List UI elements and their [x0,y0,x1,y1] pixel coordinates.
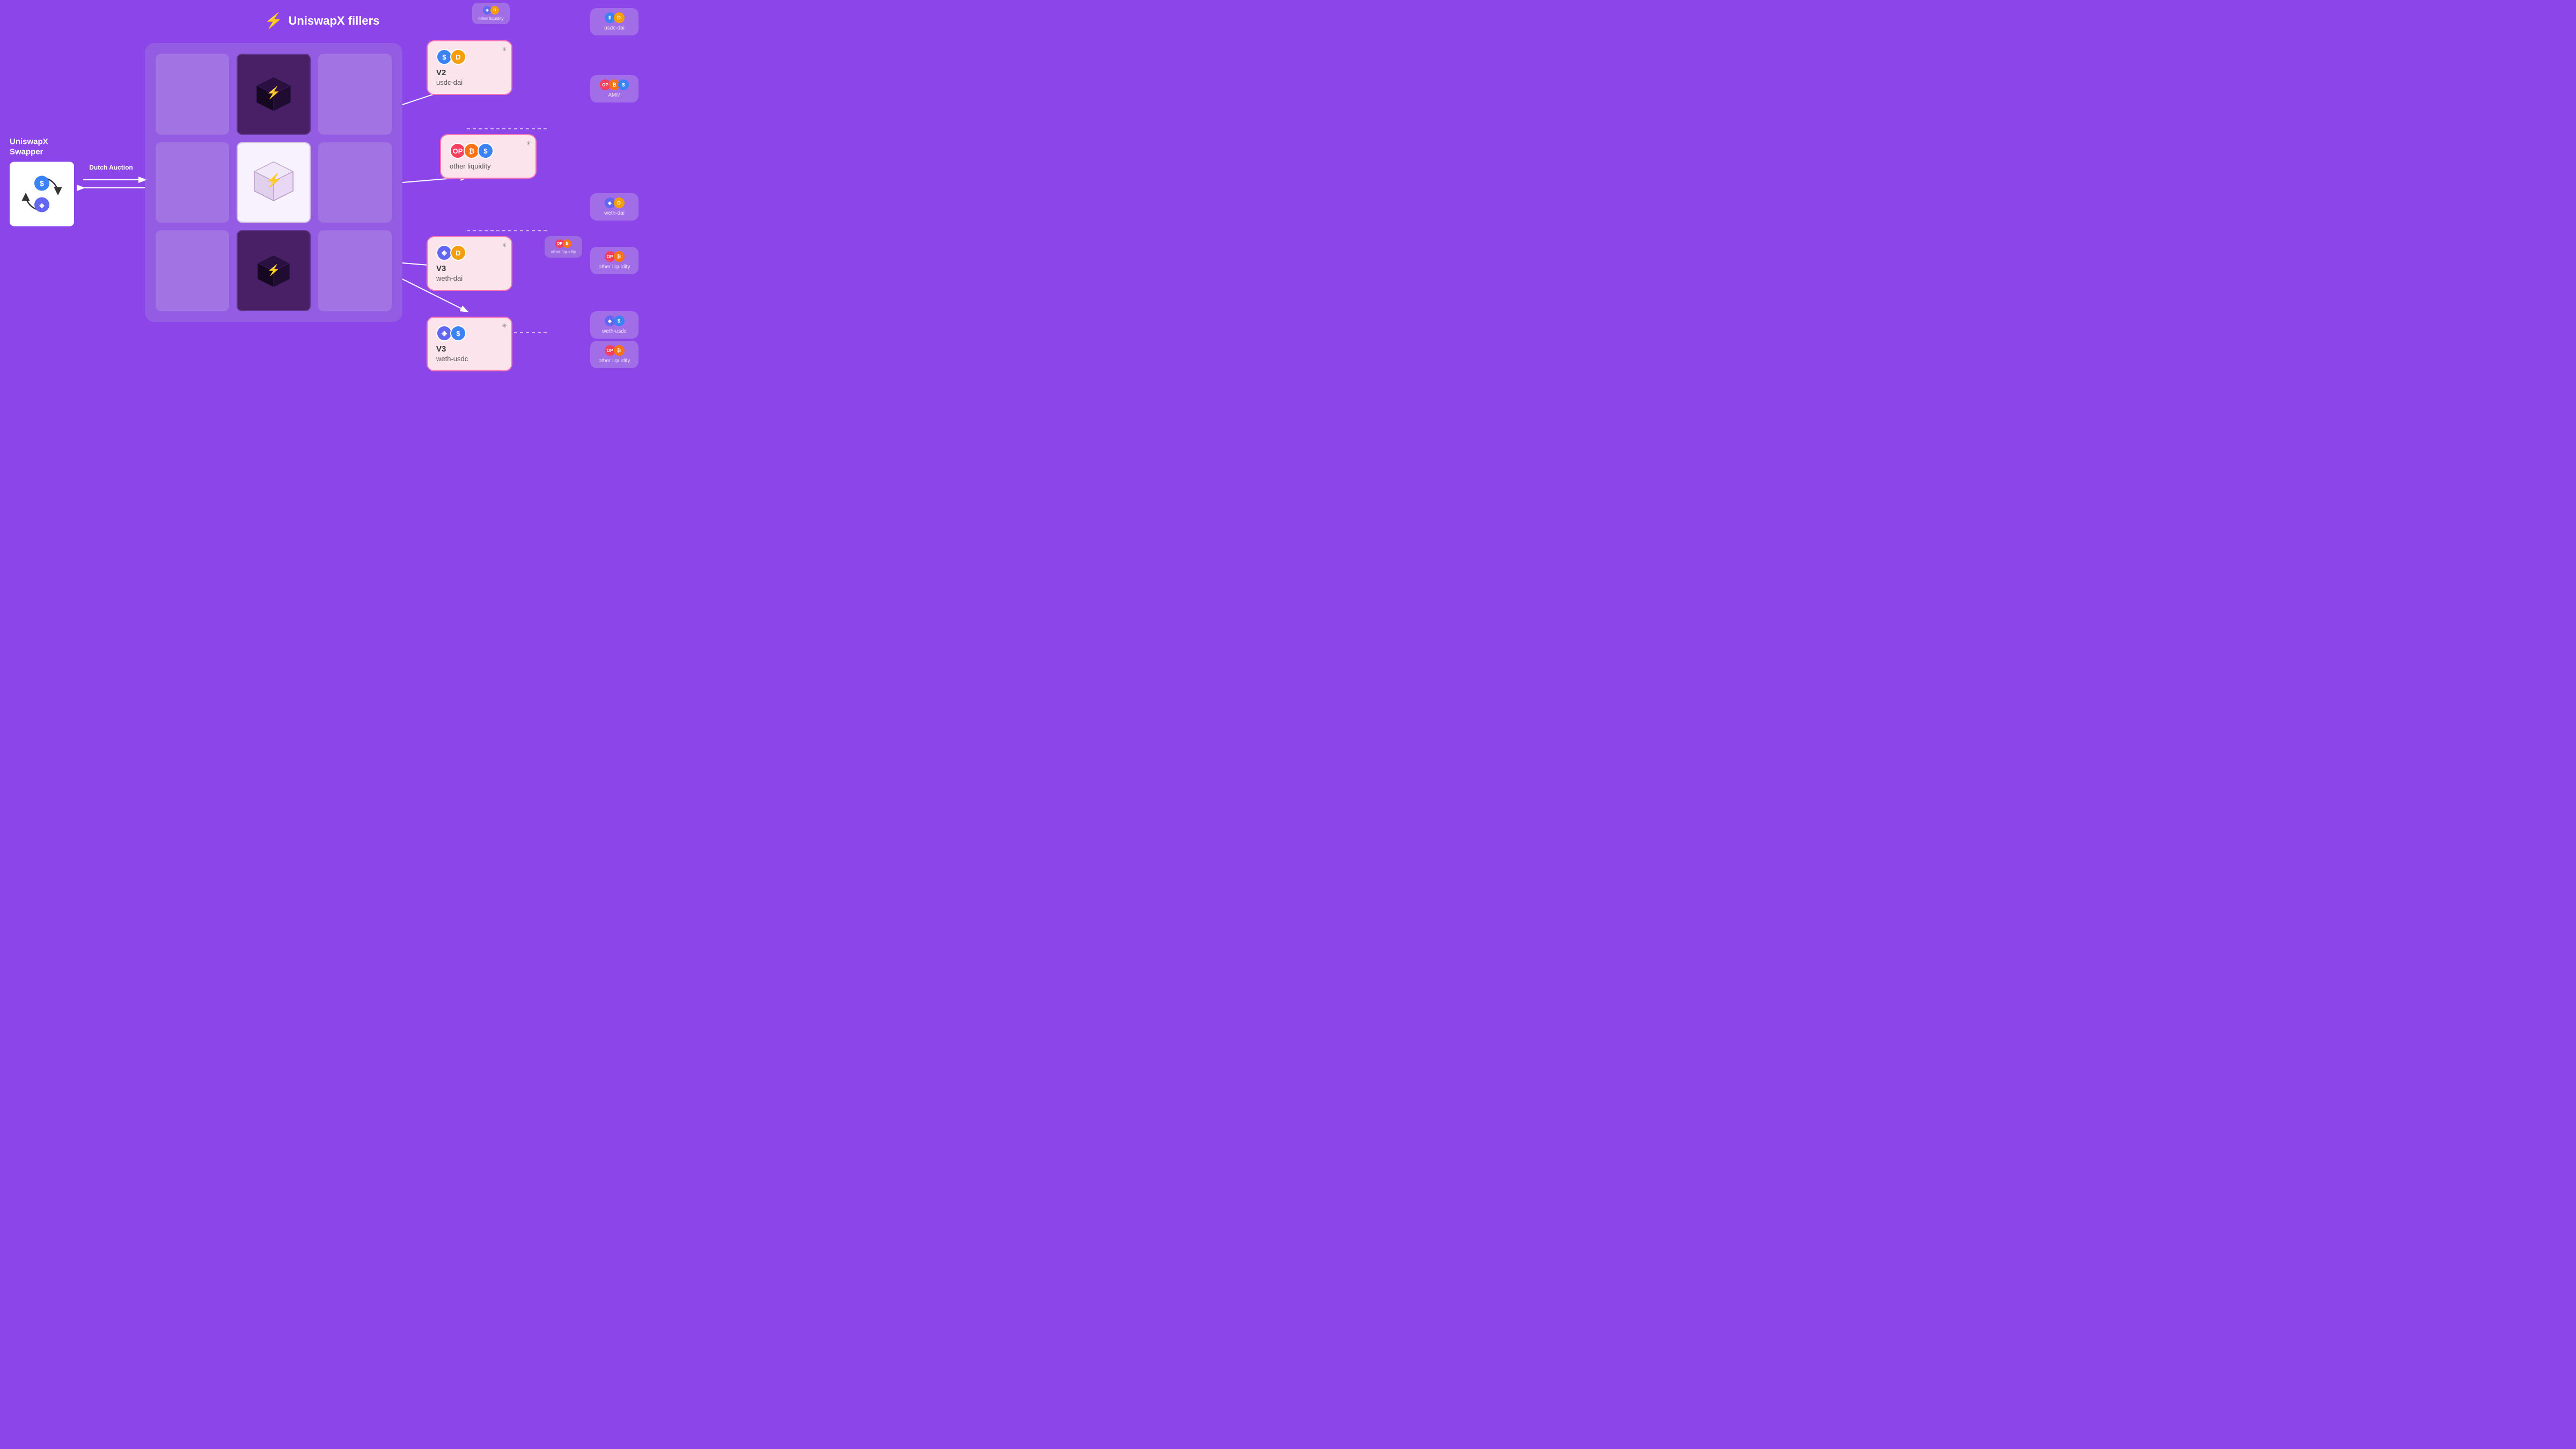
pool-v3-weth-usdc-sub: weth-usdc [436,355,503,363]
bg-card-usdc-dai: $ D usdc-dai [590,8,639,35]
pool-card-other-liquidity: ✳ OP ₿ $ other liquidity [440,134,537,179]
swapper-section: UniswapX Swapper $ ◈ [10,136,74,226]
filler-cell-2-3 [318,142,392,223]
pool-coins-4: ◈ $ [436,325,503,341]
corner-icon-3: ✳ [502,241,507,249]
pool-v3-weth-usdc-title: V3 [436,345,503,354]
pool-card-v3-weth-dai: ✳ ◈ D V3 weth-dai [427,236,512,291]
pool-card-v3-weth-usdc: ✳ ◈ $ V3 weth-usdc [427,317,512,371]
pool-v3-weth-dai-sub: weth-dai [436,274,503,282]
bg-card-amm: OP ₿ $ AMM [590,75,639,103]
pool-coins-3: ◈ D [436,245,503,261]
corner-icon-1: ✳ [502,46,507,53]
bg-label-other-liq-2: other liquidity [595,358,634,364]
pool-card-v2-usdc-dai: ✳ $ D V2 usdc-dai [427,40,512,95]
bg-label-mid-other-liq: other liquidity [548,250,579,254]
corner-icon-2: ✳ [526,140,531,147]
svg-text:$: $ [40,179,44,187]
bg-label-other-liq-1: other liquidity [595,264,634,270]
bg-card-weth-usdc: ◈ $ weth-usdc [590,311,639,339]
bg-card-other-liquidity-1: OP ₿ other liquidity [590,247,639,274]
filler-cell-1-1 [156,54,229,135]
pool-coins-2: OP ₿ $ [450,143,527,159]
filler-cell-1-2: ⚡ [237,54,310,135]
filler-cell-3-3 [318,230,392,311]
svg-text:◈: ◈ [39,201,45,209]
bg-label-top-other-liq: other liquidity [475,16,507,21]
bolt-icon-header: ⚡ [265,12,283,30]
fillers-grid: ⚡ ⚡ ⚡ [145,43,402,322]
filler-cell-1-3 [318,54,392,135]
pool-other-sub: other liquidity [450,162,527,170]
bg-card-top-other-liq: ◈ D other liquidity [472,3,510,24]
bg-label-weth-usdc: weth-usdc [595,328,634,334]
filler-cell-2-2: ⚡ [237,142,310,223]
filler-cell-3-1 [156,230,229,311]
pool-v3-weth-dai-title: V3 [436,264,503,273]
svg-text:⚡: ⚡ [266,172,282,188]
bg-card-other-liquidity-2: OP ₿ other liquidity [590,341,639,368]
bg-label-weth-dai: weth-dai [595,210,634,216]
filler-cell-3-2: ⚡ [237,230,310,311]
corner-icon-4: ✳ [502,322,507,330]
bg-card-mid-other-liq: OP ₿ other liquidity [545,236,582,258]
dutch-auction-label: Dutch Auction [84,164,138,171]
bg-label-amm: AMM [595,92,634,98]
page-header: ⚡ UniswapX fillers [265,12,380,30]
bg-card-weth-dai: ◈ D weth-dai [590,193,639,221]
bg-label-usdc-dai: usdc-dai [595,25,634,31]
pool-coins-1: $ D [436,49,503,65]
svg-text:⚡: ⚡ [267,264,281,276]
pool-v2-title: V2 [436,68,503,77]
swapper-box: $ ◈ [10,162,74,226]
page-title: UniswapX fillers [288,14,379,28]
svg-text:⚡: ⚡ [266,86,281,100]
filler-cell-2-1 [156,142,229,223]
swapper-label: UniswapX Swapper [10,136,74,157]
pool-v2-sub: usdc-dai [436,78,503,86]
